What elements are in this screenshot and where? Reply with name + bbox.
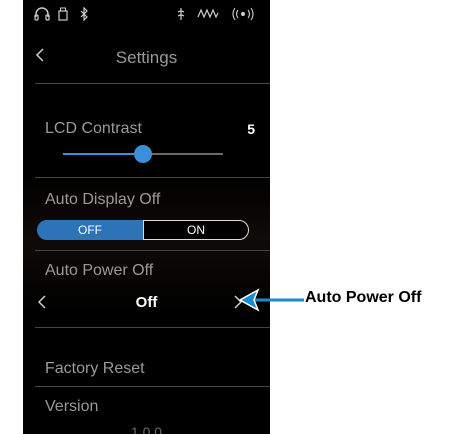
- toggle-on-option[interactable]: ON: [143, 220, 249, 240]
- divider: [35, 386, 270, 387]
- toggle-off-option[interactable]: OFF: [37, 220, 143, 240]
- auto-display-off-toggle: OFF ON: [37, 220, 249, 240]
- bluetooth-icon: [79, 6, 89, 28]
- settings-screen: Settings LCD Contrast 5 Auto Display Off…: [23, 0, 270, 434]
- lcd-contrast-value: 5: [247, 121, 255, 137]
- metronome-icon: [177, 6, 185, 28]
- divider: [35, 177, 270, 178]
- status-bar: [23, 6, 270, 28]
- auto-power-off-callout: Auto Power Off: [305, 289, 422, 306]
- factory-reset-label[interactable]: Factory Reset: [45, 360, 145, 378]
- callout-arrow: [238, 288, 304, 312]
- usb-icon: [58, 6, 68, 28]
- lcd-contrast-label: LCD Contrast: [45, 120, 142, 137]
- divider: [35, 250, 270, 251]
- lcd-contrast-slider-fill: [63, 153, 143, 155]
- divider: [35, 83, 270, 84]
- page-title: Settings: [115, 48, 178, 67]
- nav-header: Settings: [23, 40, 270, 80]
- version-label: Version: [45, 398, 99, 415]
- divider: [35, 327, 270, 328]
- wireless-icon: [231, 6, 255, 28]
- headphones-icon: [34, 6, 50, 28]
- recording-icon: [197, 6, 219, 28]
- version-value: 1.0.0: [130, 424, 163, 434]
- auto-display-off-label: Auto Display Off: [45, 191, 161, 208]
- lcd-contrast-slider-knob[interactable]: [134, 145, 152, 163]
- auto-power-off-label: Auto Power Off: [45, 262, 154, 279]
